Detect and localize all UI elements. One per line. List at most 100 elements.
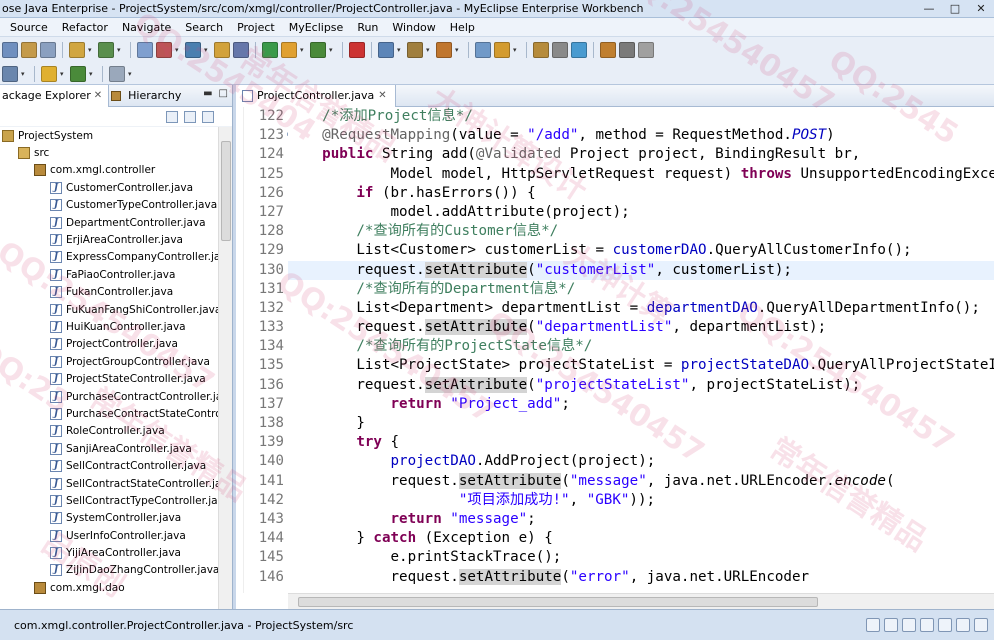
toolbar-tool-icon[interactable] [619, 42, 635, 58]
code-line[interactable]: List<Customer> customerList = customerDA… [288, 241, 994, 260]
code-line[interactable]: if (br.hasErrors()) { [288, 184, 994, 203]
code-line[interactable]: e.printStackTrace(); [288, 548, 994, 567]
tree-item[interactable]: J ErjiAreaController.java [0, 231, 218, 248]
toolbar-tool-icon[interactable] [436, 42, 452, 58]
code-line[interactable]: /*查询所有的Customer信息*/ [288, 222, 994, 241]
status-icon[interactable] [956, 618, 970, 632]
minimize-view-icon[interactable]: ▬ [203, 88, 212, 99]
maximize-view-icon[interactable]: □ [219, 88, 228, 99]
toolbar-tool-icon[interactable] [475, 42, 491, 58]
minimize-button[interactable]: — [916, 1, 942, 17]
close-icon[interactable]: ✕ [94, 90, 102, 101]
toolbar-tool-icon[interactable] [69, 42, 85, 58]
tree-item[interactable]: J FaPiaoController.java [0, 266, 218, 283]
dropdown-arrow-icon[interactable]: ▾ [89, 70, 96, 78]
link-with-editor-icon[interactable] [184, 110, 196, 123]
menu-help[interactable]: Help [443, 18, 482, 37]
close-button[interactable]: ✕ [968, 1, 994, 17]
tree-item[interactable]: J UserInfoController.java [0, 527, 218, 544]
tree-item[interactable]: J FuKuanFangShiController.java [0, 301, 218, 318]
code-line[interactable]: request.setAttribute("projectStateList",… [288, 376, 994, 395]
dropdown-arrow-icon[interactable]: ▾ [204, 46, 211, 54]
tab-hierarchy[interactable]: Hierarchy [109, 85, 187, 107]
code-line[interactable]: List<ProjectState> projectStateList = pr… [288, 356, 994, 375]
collapse-all-icon[interactable] [166, 110, 178, 123]
menu-navigate[interactable]: Navigate [115, 18, 178, 37]
toolbar-tool-icon[interactable] [214, 42, 230, 58]
menu-myeclipse[interactable]: MyEclipse [282, 18, 351, 37]
code-line[interactable]: request.setAttribute("departmentList", d… [288, 318, 994, 337]
tree-item[interactable]: src [0, 144, 218, 161]
tree-item[interactable]: J SystemController.java [0, 510, 218, 527]
code-line[interactable]: public String add(@Validated Project pro… [288, 145, 994, 164]
dropdown-arrow-icon[interactable]: ▾ [397, 46, 404, 54]
dropdown-arrow-icon[interactable]: ▾ [426, 46, 433, 54]
dropdown-arrow-icon[interactable]: ▾ [175, 46, 182, 54]
view-menu-icon[interactable] [202, 110, 214, 123]
tree-item[interactable]: J CustomerController.java [0, 179, 218, 196]
code-line[interactable]: } [288, 414, 994, 433]
toolbar-tool-icon[interactable] [494, 42, 510, 58]
toolbar-tool-icon[interactable] [407, 42, 423, 58]
code-line[interactable]: return "Project_add"; [288, 395, 994, 414]
toolbar-tool-icon[interactable] [156, 42, 172, 58]
code-line[interactable]: /*查询所有的ProjectState信息*/ [288, 337, 994, 356]
toolbar-tool-icon[interactable] [262, 42, 278, 58]
maximize-button[interactable]: □ [942, 1, 968, 17]
toolbar-tool-icon[interactable] [571, 42, 587, 58]
dropdown-arrow-icon[interactable]: ▾ [300, 46, 307, 54]
status-icon[interactable] [974, 618, 988, 632]
code-line[interactable]: try { [288, 433, 994, 452]
dropdown-arrow-icon[interactable]: ▾ [513, 46, 520, 54]
tree-item[interactable]: J ProjectController.java [0, 336, 218, 353]
toolbar-tool-icon[interactable] [185, 42, 201, 58]
tree-item[interactable]: J SanjiAreaController.java [0, 440, 218, 457]
dropdown-arrow-icon[interactable]: ▾ [60, 70, 67, 78]
tree-item[interactable]: J CustomerTypeController.java [0, 197, 218, 214]
code-line[interactable]: /*查询所有的Department信息*/ [288, 280, 994, 299]
toolbar-tool-icon[interactable] [533, 42, 549, 58]
scroll-thumb[interactable] [221, 141, 231, 241]
tree-item[interactable]: J DepartmentController.java [0, 214, 218, 231]
code-line[interactable]: "项目添加成功!", "GBK")); [288, 491, 994, 510]
toolbar-tool-icon[interactable] [638, 42, 654, 58]
code-line[interactable]: } catch (Exception e) { [288, 529, 994, 548]
menu-refactor[interactable]: Refactor [55, 18, 115, 37]
tree-item[interactable]: J PurchaseContractStateControll [0, 405, 218, 422]
status-icon[interactable] [866, 618, 880, 632]
toolbar-tool-icon[interactable] [2, 42, 18, 58]
tree-item[interactable]: com.xmgl.dao [0, 579, 218, 596]
dropdown-arrow-icon[interactable]: ▾ [128, 70, 135, 78]
tree-item[interactable]: J ExpressCompanyController.jav [0, 249, 218, 266]
dropdown-arrow-icon[interactable]: ▾ [455, 46, 462, 54]
dropdown-arrow-icon[interactable]: ▾ [117, 46, 124, 54]
toolbar-tool-icon[interactable] [552, 42, 568, 58]
code-line[interactable]: request.setAttribute("message", java.net… [288, 472, 994, 491]
code-line[interactable]: projectDAO.AddProject(project); [288, 452, 994, 471]
status-icon[interactable] [884, 618, 898, 632]
dropdown-arrow-icon[interactable]: ▾ [329, 46, 336, 54]
nav-tool-icon[interactable] [41, 65, 57, 82]
dropdown-arrow-icon[interactable]: ▾ [88, 46, 95, 54]
toolbar-tool-icon[interactable] [310, 42, 326, 58]
tab-package-explorer[interactable]: ackage Explorer ✕ [0, 84, 110, 107]
nav-tool-icon[interactable] [109, 65, 125, 82]
menu-search[interactable]: Search [178, 18, 230, 37]
toolbar-tool-icon[interactable] [40, 42, 56, 58]
close-icon[interactable]: ✕ [378, 90, 386, 101]
tree-vertical-scrollbar[interactable] [218, 127, 232, 609]
tree-item[interactable]: J SellContractController.java [0, 457, 218, 474]
toolbar-tool-icon[interactable] [378, 42, 394, 58]
editor-horizontal-scrollbar[interactable] [288, 593, 994, 609]
tree-item[interactable]: J PurchaseContractController.ja [0, 388, 218, 405]
code-line[interactable]: model.addAttribute(project); [288, 203, 994, 222]
tree-item[interactable]: ProjectSystem [0, 127, 218, 144]
code-line[interactable]: return "message"; [288, 510, 994, 529]
tree-item[interactable]: J ProjectStateController.java [0, 370, 218, 387]
tree-item[interactable]: J SellContractStateController.jav [0, 475, 218, 492]
code-line[interactable]: @RequestMapping(value = "/add", method =… [288, 126, 994, 145]
toolbar-tool-icon[interactable] [349, 42, 365, 58]
code-area[interactable]: /*添加Project信息*/ @RequestMapping(value = … [288, 107, 994, 593]
toolbar-tool-icon[interactable] [233, 42, 249, 58]
menu-project[interactable]: Project [230, 18, 282, 37]
